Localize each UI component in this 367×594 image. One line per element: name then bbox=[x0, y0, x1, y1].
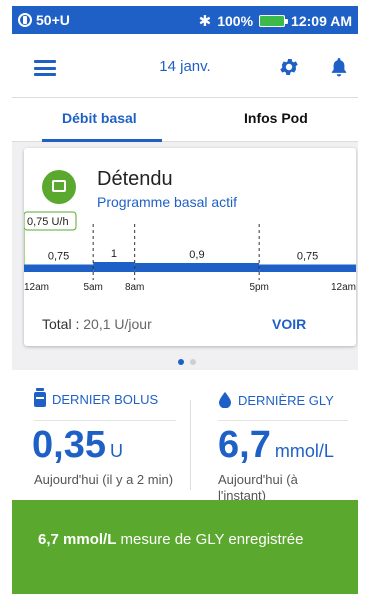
bluetooth-icon: ✱ bbox=[198, 13, 212, 30]
glucose-unit: mmol/L bbox=[274, 441, 334, 461]
last-bolus-time: Aujourd'hui (il y a 2 min) bbox=[34, 472, 174, 487]
basal-segment-label: 0,75 bbox=[297, 251, 318, 263]
bolus-unit: U bbox=[109, 441, 123, 461]
section-divider bbox=[218, 420, 348, 421]
basal-segment-label: 1 bbox=[111, 248, 117, 260]
total-value: 20,1 U/jour bbox=[83, 316, 152, 332]
insulin-vial-icon bbox=[34, 388, 46, 407]
column-divider bbox=[190, 400, 191, 490]
carrier-label: 50+U bbox=[36, 12, 70, 28]
current-rate-label: 0,75 U/h bbox=[27, 216, 69, 228]
basal-segment-bar bbox=[24, 264, 94, 272]
bell-icon[interactable] bbox=[330, 56, 348, 78]
program-status: Programme basal actif bbox=[97, 194, 238, 210]
time-tick-label: 12am bbox=[331, 282, 356, 293]
page-indicator bbox=[178, 359, 196, 365]
status-right: ✱ 100% 12:09 AM bbox=[199, 12, 352, 30]
header-date: 14 janv. bbox=[159, 58, 211, 75]
tab-bar: Débit basal Infos Pod bbox=[12, 98, 358, 142]
bolus-amount: 0,35 bbox=[32, 424, 106, 466]
basal-segment-bar bbox=[259, 264, 356, 272]
active-tab-indicator bbox=[42, 139, 162, 142]
blood-drop-icon bbox=[219, 392, 231, 408]
status-left: 50+U bbox=[18, 12, 70, 28]
basal-segment-label: 0,9 bbox=[189, 249, 204, 261]
last-bolus-title: DERNIER BOLUS bbox=[52, 392, 159, 407]
status-bar: 50+U ✱ 100% 12:09 AM bbox=[12, 6, 358, 34]
time-tick-label: 8am bbox=[125, 282, 144, 293]
last-glucose-title: DERNIÈRE GLY bbox=[238, 392, 334, 408]
battery-icon bbox=[259, 15, 289, 27]
page-dot-active[interactable] bbox=[178, 359, 184, 365]
last-glucose-header: DERNIÈRE GLY bbox=[218, 392, 334, 408]
summary-panel: DERNIER BOLUS 0,35 U Aujourd'hui (il y a … bbox=[12, 370, 358, 503]
clock: 12:09 AM bbox=[291, 13, 352, 29]
last-bolus-header: DERNIER BOLUS bbox=[34, 388, 159, 407]
top-bar: 14 janv. bbox=[12, 34, 358, 98]
section-divider bbox=[34, 420, 176, 421]
banner-message: 6,7 mmol/L mesure de GLY enregistrée bbox=[38, 528, 328, 552]
banner-highlight: 6,7 mmol/L bbox=[38, 531, 117, 548]
last-bolus-value: 0,35 U bbox=[32, 424, 123, 467]
basal-segment-bar bbox=[134, 263, 260, 272]
basal-program-card: Détendu Programme basal actif 0,75 U/h 0… bbox=[24, 148, 356, 346]
gear-icon[interactable] bbox=[278, 56, 300, 78]
last-glucose-value: 6,7 mmol/L bbox=[218, 424, 334, 467]
calendar-icon bbox=[42, 170, 76, 204]
program-name: Détendu bbox=[97, 168, 173, 190]
time-tick-label: 5pm bbox=[249, 282, 268, 293]
sim-card-icon bbox=[18, 13, 32, 27]
tab-debit-basal[interactable]: Débit basal bbox=[62, 110, 137, 126]
page-dot[interactable] bbox=[190, 359, 196, 365]
banner-text: mesure de GLY enregistrée bbox=[116, 531, 304, 548]
view-program-button[interactable]: VOIR bbox=[272, 316, 306, 332]
tab-infos-pod[interactable]: Infos Pod bbox=[244, 110, 308, 126]
time-tick-label: 12am bbox=[24, 282, 49, 293]
battery-percent: 100% bbox=[217, 13, 254, 29]
app-screen: 50+U ✱ 100% 12:09 AM 14 janv. Débit basa… bbox=[12, 6, 358, 594]
basal-segment-label: 0,75 bbox=[48, 251, 69, 263]
basal-segment-bar bbox=[93, 262, 135, 272]
total-label: Total : bbox=[42, 316, 80, 332]
notification-banner[interactable]: 6,7 mmol/L mesure de GLY enregistrée bbox=[12, 500, 358, 594]
time-tick-label: 5am bbox=[83, 282, 102, 293]
daily-total: Total : 20,1 U/jour bbox=[42, 316, 152, 332]
basal-rate-chart: 0,75 U/h 0,75 1 0,9 0,75 12am 5am 8am 5pm 12am bbox=[24, 211, 356, 293]
glucose-amount: 6,7 bbox=[218, 424, 271, 466]
